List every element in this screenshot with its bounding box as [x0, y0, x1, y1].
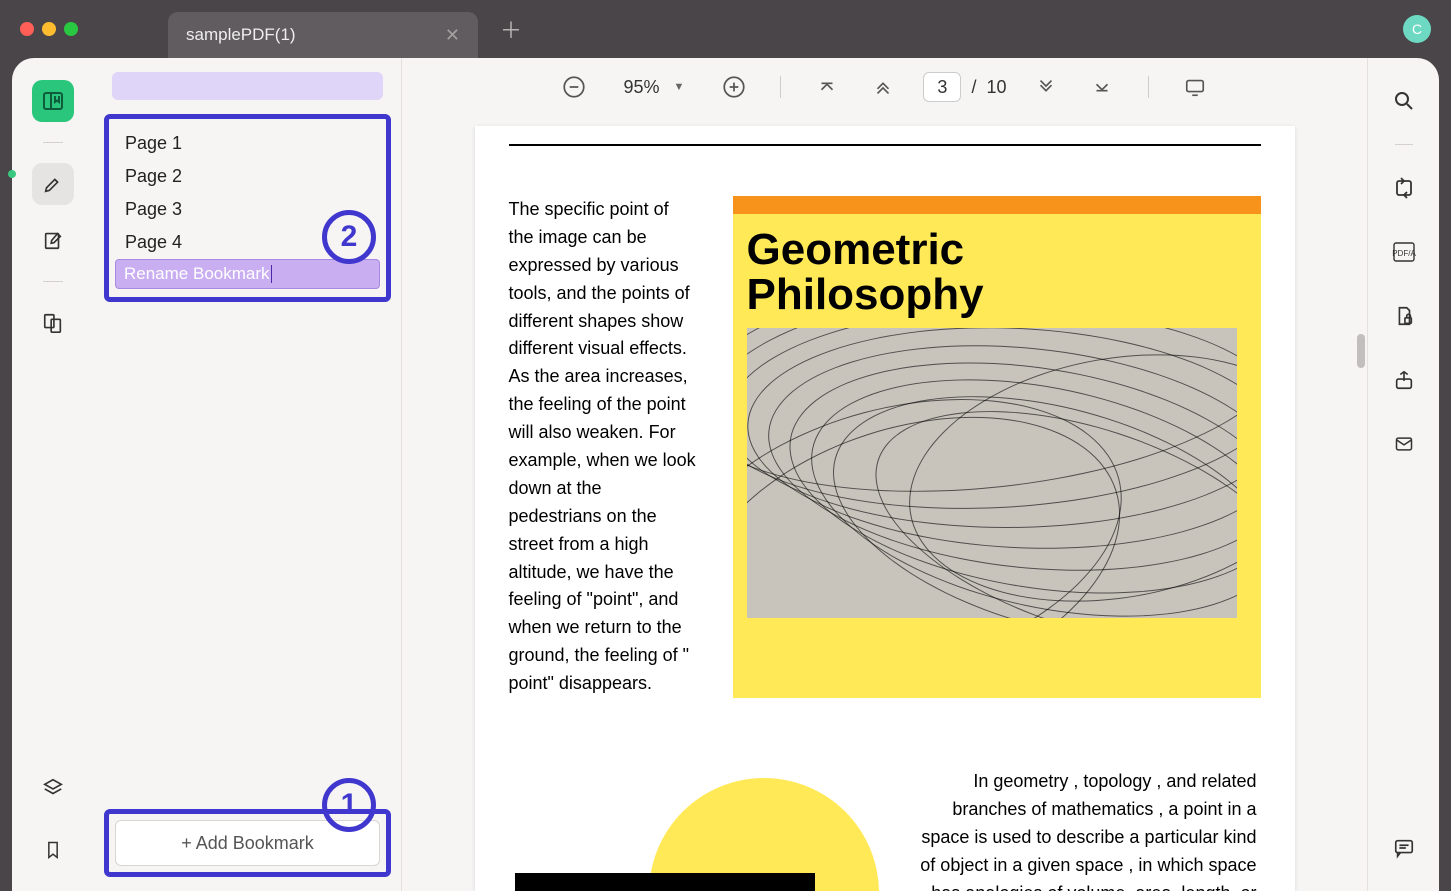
window-controls	[20, 22, 78, 36]
callout-number-2: 2	[322, 210, 376, 264]
zoom-out-icon	[561, 74, 587, 100]
hero-accent-bar	[733, 196, 1261, 214]
zoom-value: 95%	[624, 77, 660, 98]
next-page-button[interactable]	[1030, 71, 1062, 103]
activity-indicator	[8, 170, 16, 178]
document-tab[interactable]: samplePDF(1) ✕	[168, 12, 478, 58]
page-separator: /	[971, 77, 976, 98]
comments-button[interactable]	[1383, 827, 1425, 869]
share-button[interactable]	[1383, 359, 1425, 401]
first-page-button[interactable]	[811, 71, 843, 103]
pdfa-icon: PDF/A	[1391, 240, 1417, 264]
hero-block: Geometric Philosophy	[733, 196, 1261, 698]
zoom-out-button[interactable]	[558, 71, 590, 103]
close-tab-icon[interactable]: ✕	[445, 25, 460, 46]
last-page-button[interactable]	[1086, 71, 1118, 103]
hero-image	[747, 328, 1237, 618]
hero-title-line2: Philosophy	[747, 270, 984, 319]
maximize-window-button[interactable]	[64, 22, 78, 36]
scrollbar-thumb[interactable]	[1357, 334, 1365, 368]
workspace: Page 1 Page 2 Page 3 Page 4 Rename Bookm…	[12, 58, 1439, 891]
compare-docs-button[interactable]	[32, 302, 74, 344]
highlighter-icon	[42, 173, 64, 195]
highlighter-tool-button[interactable]	[32, 163, 74, 205]
zoom-in-icon	[721, 74, 747, 100]
tab-title: samplePDF(1)	[186, 25, 296, 45]
add-bookmark-label: + Add Bookmark	[181, 833, 314, 854]
hero-title: Geometric Philosophy	[747, 228, 1247, 318]
bookmarks-panel-icon	[41, 89, 65, 113]
annotation-pencil-icon	[42, 229, 64, 251]
toolbar-separator	[1148, 76, 1149, 98]
bottom-image-block	[515, 873, 815, 891]
present-button[interactable]	[1179, 71, 1211, 103]
share-icon	[1393, 368, 1415, 392]
page-indicator: 3 / 10	[923, 72, 1006, 102]
search-button[interactable]	[1383, 80, 1425, 122]
mail-icon	[1392, 434, 1416, 454]
bookmark-ribbon-icon	[43, 839, 63, 861]
mail-button[interactable]	[1383, 423, 1425, 465]
zoom-select[interactable]: 95% ▼	[614, 73, 695, 102]
current-page-input[interactable]: 3	[923, 72, 961, 102]
right-tool-rail: PDF/A	[1367, 58, 1439, 891]
compare-docs-icon	[42, 312, 64, 334]
page-rule	[509, 144, 1261, 146]
rail-separator	[43, 142, 63, 143]
last-page-icon	[1091, 76, 1113, 98]
bookmarks-sidebar: Page 1 Page 2 Page 3 Page 4 Rename Bookm…	[94, 58, 402, 891]
bookmarks-panel-button[interactable]	[32, 80, 74, 122]
search-icon	[1392, 89, 1416, 113]
bookmark-ribbon-button[interactable]	[32, 829, 74, 871]
rotate-icon	[1392, 176, 1416, 200]
bookmark-rename-input[interactable]: Rename Bookmark	[115, 259, 380, 289]
close-window-button[interactable]	[20, 22, 34, 36]
layers-button[interactable]	[32, 767, 74, 809]
secure-pdf-icon	[1393, 304, 1415, 328]
main-area: 95% ▼ 3 / 10	[402, 58, 1367, 891]
present-icon	[1183, 76, 1207, 98]
comments-icon	[1392, 837, 1416, 859]
first-page-icon	[816, 76, 838, 98]
total-pages: 10	[986, 77, 1006, 98]
prev-page-button[interactable]	[867, 71, 899, 103]
next-page-icon	[1035, 76, 1057, 98]
svg-text:PDF/A: PDF/A	[1392, 249, 1416, 258]
callout-number-1: 1	[322, 778, 376, 832]
annotation-tool-button[interactable]	[32, 219, 74, 261]
bookmark-item[interactable]: Page 2	[115, 160, 380, 193]
bookmarks-list-callout-box: Page 1 Page 2 Page 3 Page 4 Rename Bookm…	[104, 114, 391, 302]
rail-separator	[1395, 144, 1413, 145]
minimize-window-button[interactable]	[42, 22, 56, 36]
left-tool-rail	[12, 58, 94, 891]
titlebar: samplePDF(1) ✕ ＋ C	[0, 0, 1451, 58]
bookmark-rename-value: Rename Bookmark	[124, 264, 270, 284]
document-viewport[interactable]: The specific point of the image can be e…	[402, 116, 1367, 891]
prev-page-icon	[872, 76, 894, 98]
top-toolbar: 95% ▼ 3 / 10	[402, 58, 1367, 116]
user-avatar[interactable]: C	[1403, 15, 1431, 43]
rail-separator	[43, 281, 63, 282]
rotate-button[interactable]	[1383, 167, 1425, 209]
new-tab-button[interactable]: ＋	[500, 13, 522, 45]
pdf-page: The specific point of the image can be e…	[475, 126, 1295, 891]
bookmark-item[interactable]: Page 1	[115, 127, 380, 160]
paragraph-2: In geometry , topology , and related bra…	[919, 768, 1261, 891]
paragraph-1: The specific point of the image can be e…	[509, 196, 699, 698]
zoom-in-button[interactable]	[718, 71, 750, 103]
text-caret	[271, 265, 272, 283]
pdfa-button[interactable]: PDF/A	[1383, 231, 1425, 273]
layers-icon	[42, 777, 64, 799]
toolbar-separator	[780, 76, 781, 98]
secure-pdf-button[interactable]	[1383, 295, 1425, 337]
sidebar-header-highlight	[112, 72, 383, 100]
chevron-down-icon: ▼	[674, 81, 685, 93]
hero-title-line1: Geometric	[747, 225, 965, 274]
